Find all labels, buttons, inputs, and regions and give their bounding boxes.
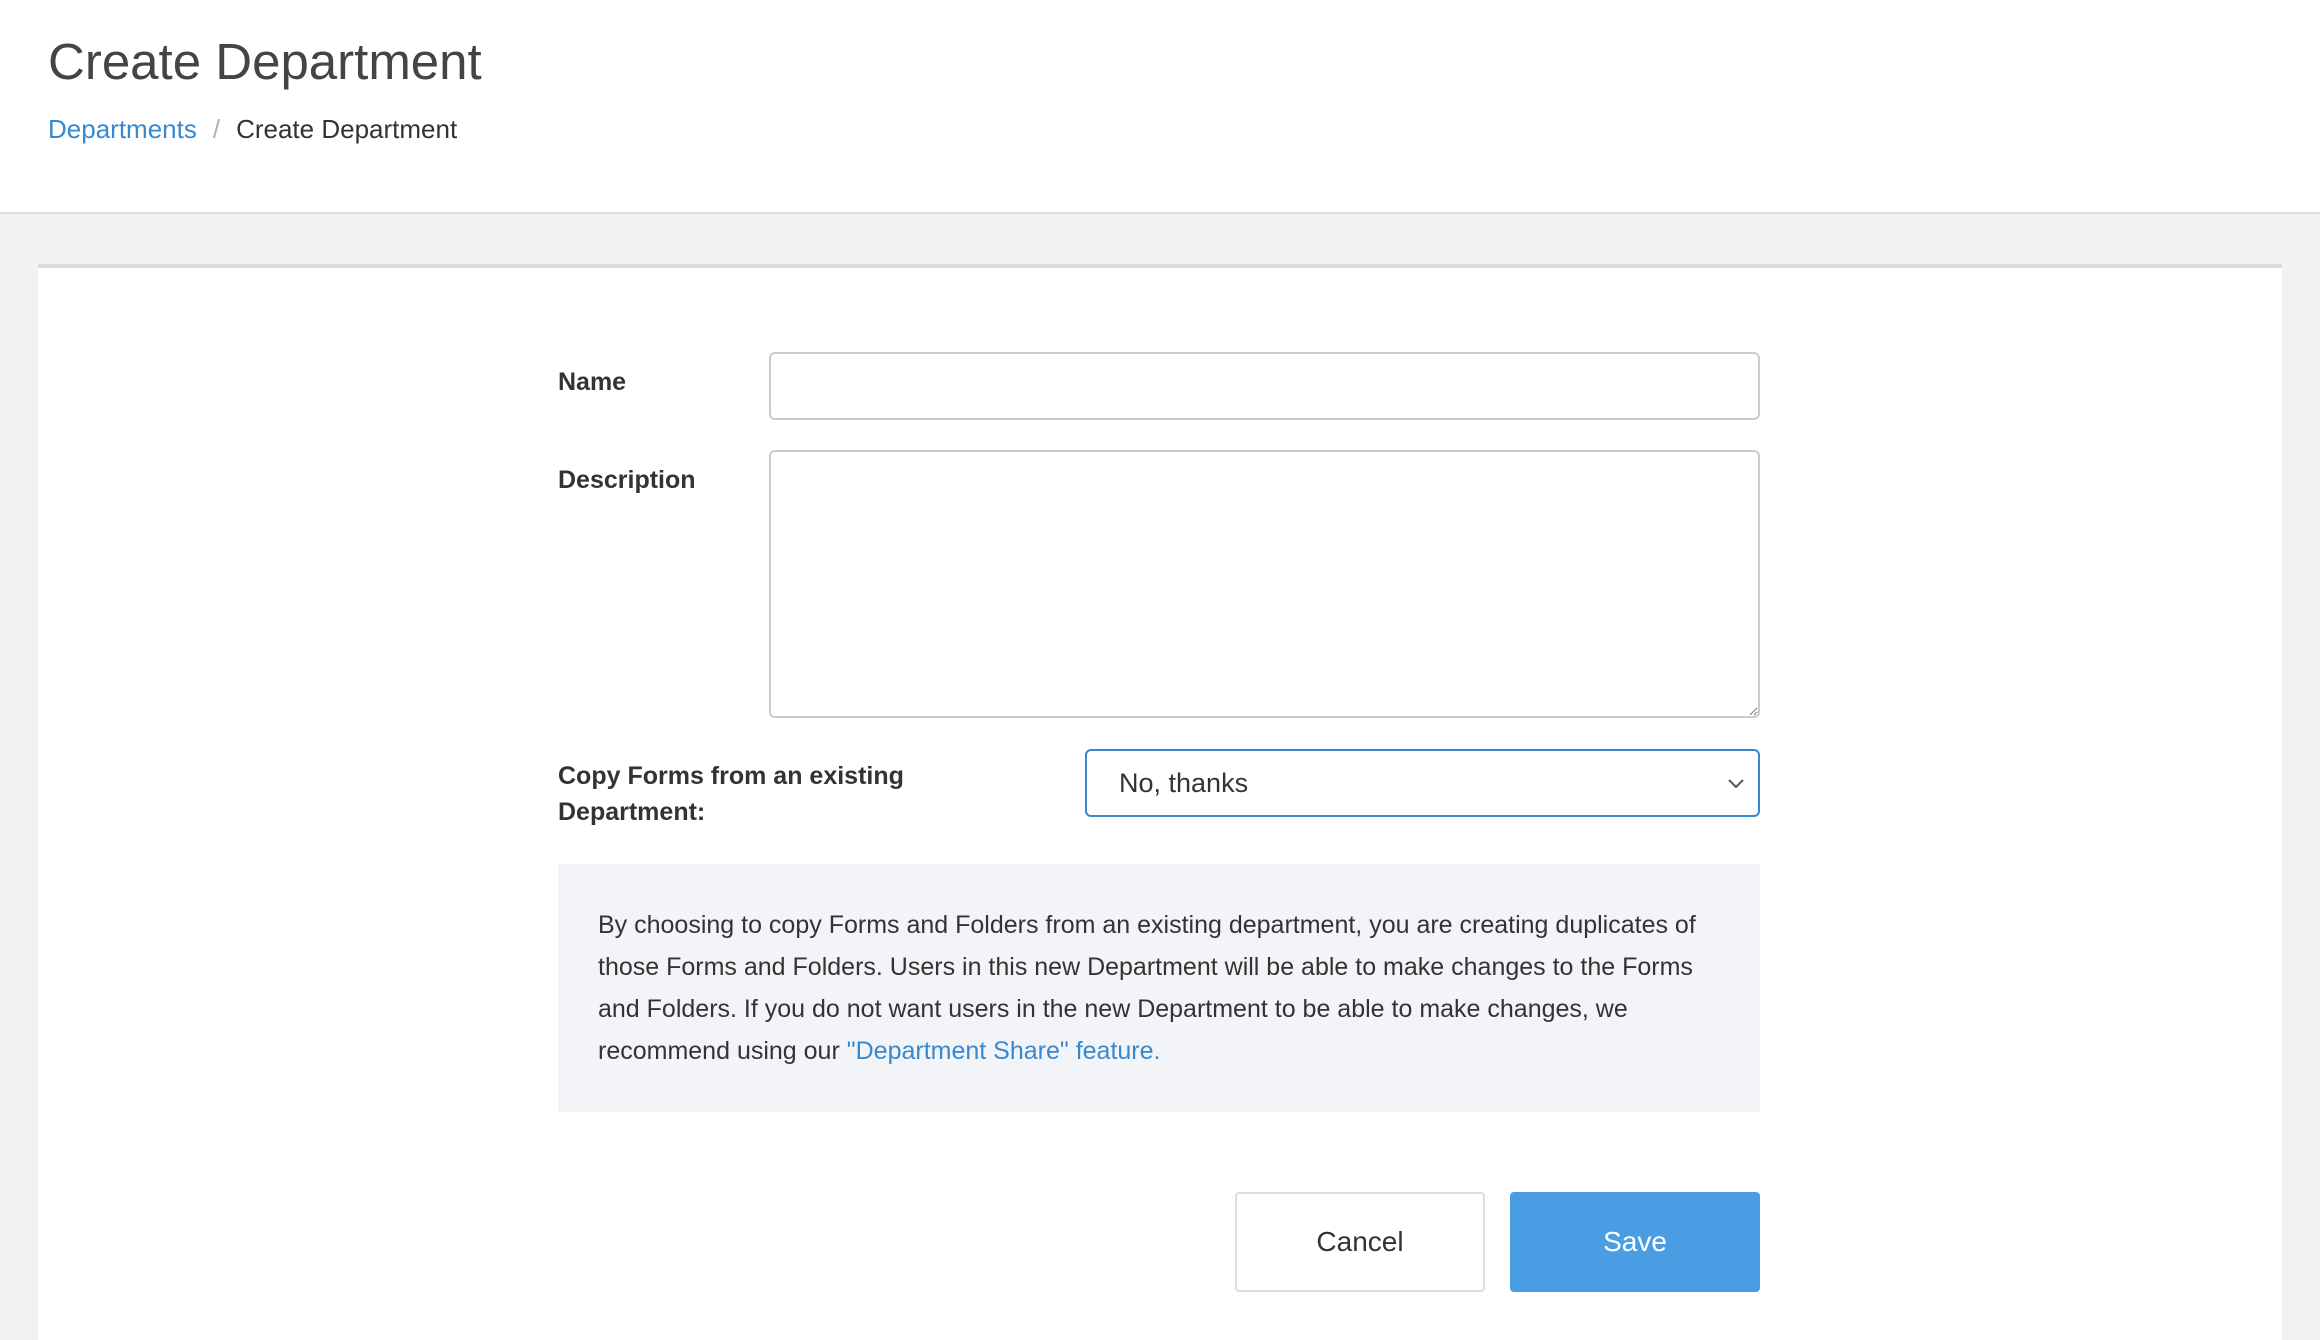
- copy-forms-label: Copy Forms from an existing Department:: [558, 762, 904, 826]
- form-panel: Name Description Copy Forms from an exis…: [38, 264, 2282, 1340]
- name-input[interactable]: [769, 352, 1760, 420]
- breadcrumb-link-departments[interactable]: Departments: [48, 114, 197, 145]
- breadcrumb-separator: /: [212, 114, 221, 144]
- page-header: Create Department Departments / Create D…: [0, 0, 2320, 214]
- copy-forms-info-box: By choosing to copy Forms and Folders fr…: [558, 864, 1760, 1112]
- cancel-button[interactable]: Cancel: [1235, 1192, 1485, 1292]
- description-label: Description: [558, 466, 696, 494]
- chevron-down-icon: [1728, 779, 1744, 789]
- name-label: Name: [558, 368, 627, 396]
- department-share-link[interactable]: "Department Share" feature.: [847, 1037, 1161, 1065]
- description-textarea[interactable]: [769, 450, 1760, 718]
- save-button[interactable]: Save: [1510, 1192, 1760, 1292]
- copy-forms-selected-value: No, thanks: [1119, 767, 1249, 798]
- info-paragraph: By choosing to copy Forms and Folders fr…: [598, 904, 1720, 1072]
- page-title: Create Department: [48, 33, 482, 90]
- breadcrumb-current: Create Department: [236, 114, 458, 144]
- copy-forms-select[interactable]: No, thanks: [1085, 749, 1760, 817]
- breadcrumb: Departments / Create Department: [48, 114, 457, 145]
